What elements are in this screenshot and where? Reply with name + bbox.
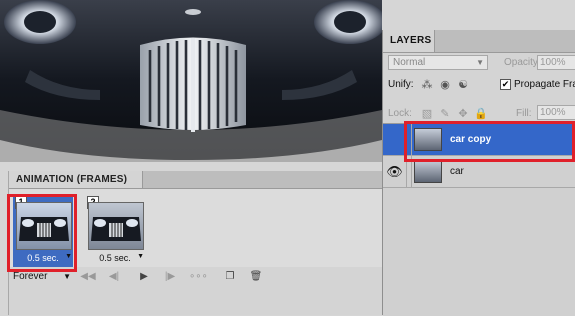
unify-label: Unify: (388, 79, 414, 90)
layers-tab[interactable]: LAYERS (383, 30, 435, 52)
frame-2[interactable]: 2 0.5 sec. ▼ (85, 195, 145, 267)
layer-thumbnail (414, 160, 442, 183)
lock-label: Lock: (388, 108, 412, 119)
next-frame-icon[interactable]: |▶ (161, 269, 179, 284)
layers-tab-bar: LAYERS (383, 30, 575, 53)
propagate-frame-label: Propagate Fra (514, 79, 575, 90)
layers-panel: LAYERS Normal ▼ Opacity: 100% Unify: ⁂ ◉… (382, 30, 575, 316)
lock-move-icon[interactable]: ✥ (456, 107, 470, 121)
unify-position-icon[interactable]: ⁂ (420, 78, 434, 92)
blend-mode-select[interactable]: Normal ▼ (388, 55, 488, 70)
chevron-down-icon: ▼ (476, 58, 484, 67)
unify-style-icon[interactable]: ☯ (456, 78, 470, 92)
car-thumbnail-icon (91, 217, 141, 241)
loop-option-value: Forever (13, 271, 48, 282)
car-copy-layer-highlight (404, 121, 575, 162)
previous-frame-icon[interactable]: ◀| (105, 269, 123, 284)
play-icon[interactable]: ▶ (135, 269, 153, 284)
opacity-label: Opacity: (504, 57, 541, 68)
blend-row: Normal ▼ Opacity: 100% (383, 53, 575, 73)
car-photo (0, 0, 382, 162)
animation-tab-bar: ANIMATION (FRAMES) (9, 171, 383, 189)
unify-visibility-icon[interactable]: ◉ (438, 78, 452, 92)
first-frame-icon[interactable]: ◀◀ (79, 269, 97, 284)
document-canvas[interactable] (0, 0, 382, 162)
lock-transparency-icon[interactable]: ▧ (420, 107, 434, 121)
opacity-field[interactable]: 100% (537, 55, 575, 70)
frame-1-highlight (7, 194, 77, 272)
delay-dropdown-icon[interactable]: ▼ (137, 253, 144, 260)
fill-field[interactable]: 100% (537, 105, 575, 120)
blend-mode-value: Normal (393, 57, 426, 68)
lock-all-icon[interactable]: 🔒 (474, 107, 488, 121)
frame-delay[interactable]: 0.5 sec. (85, 252, 145, 265)
propagate-frame-checkbox[interactable]: ✔ (500, 79, 511, 90)
unify-row: Unify: ⁂ ◉ ☯ ✔ Propagate Fra (383, 76, 575, 94)
duplicate-frame-icon[interactable]: ❐ (221, 269, 239, 284)
frame-thumbnail (88, 202, 144, 250)
lock-brush-icon[interactable]: ✎ (438, 107, 452, 121)
animation-tab[interactable]: ANIMATION (FRAMES) (9, 171, 143, 188)
delete-frame-icon[interactable]: 🗑 (247, 269, 265, 284)
fill-label: Fill: (516, 108, 532, 119)
tween-icon[interactable]: ∘∘∘ (189, 269, 208, 284)
